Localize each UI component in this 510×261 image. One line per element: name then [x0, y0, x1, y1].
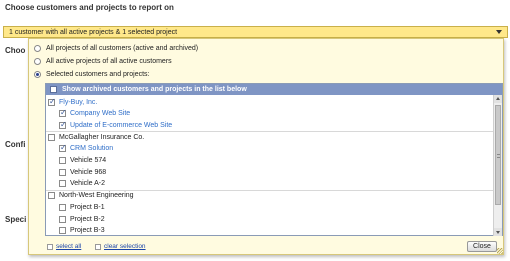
background-section-label: Choo — [5, 46, 26, 55]
background-section-label: Speci — [5, 215, 27, 224]
project-label: Project B-2 — [70, 215, 105, 223]
select-all-link[interactable]: select all — [47, 243, 81, 250]
checkbox-checked[interactable] — [59, 120, 67, 129]
checkbox-checked[interactable] — [59, 108, 67, 118]
scroll-up-arrow-icon[interactable] — [494, 95, 502, 103]
show-archived-toggle[interactable]: Show archived customers and projects in … — [46, 84, 502, 95]
select-all-label[interactable]: select all — [56, 243, 81, 250]
option-active-projects[interactable]: All active projects of all active custom… — [34, 56, 172, 66]
project-row[interactable]: Vehicle A-2 — [59, 179, 105, 189]
checkbox-icon — [47, 243, 53, 250]
project-label: Vehicle 574 — [70, 157, 107, 164]
checkbox-checked[interactable] — [59, 143, 67, 153]
resize-grip-icon[interactable] — [497, 248, 503, 254]
option-label: All projects of all customers (active an… — [46, 44, 199, 52]
project-row[interactable]: Vehicle 968 — [59, 167, 106, 177]
project-label: Project B-3 — [70, 227, 105, 235]
grip-icon — [497, 154, 500, 158]
select-value: 1 customer with all active projects & 1 … — [9, 29, 178, 36]
customer-row[interactable]: Fly-Buy, Inc. — [48, 97, 97, 107]
option-all-projects[interactable]: All projects of all customers (active an… — [34, 43, 198, 53]
radio-button-selected[interactable] — [34, 70, 41, 78]
radio-button[interactable] — [34, 57, 41, 65]
customer-label: Fly-Buy, Inc. — [59, 98, 98, 106]
checkbox[interactable] — [59, 203, 66, 211]
scroll-down-arrow-icon[interactable] — [494, 228, 502, 236]
clear-icon — [95, 243, 101, 250]
checkbox-checked[interactable] — [48, 97, 56, 106]
customer-row[interactable]: McGallagher Insurance Co. — [48, 132, 144, 142]
chevron-down-icon[interactable] — [496, 30, 502, 34]
selection-popup: All projects of all customers (active an… — [28, 38, 504, 255]
customer-label: North-West Engineering — [59, 192, 134, 200]
project-label: Update of E-commerce Web Site — [70, 121, 173, 129]
project-label: Vehicle 968 — [70, 168, 107, 176]
project-label: Vehicle A-2 — [70, 180, 106, 188]
project-row[interactable]: Project B-1 — [59, 202, 105, 212]
show-archived-checkbox[interactable] — [50, 86, 57, 93]
clear-selection-link[interactable]: clear selection — [95, 243, 146, 250]
background-section-label: Confi — [5, 140, 26, 149]
customer-project-list: Show archived customers and projects in … — [45, 83, 503, 236]
close-button[interactable]: Close — [467, 241, 497, 252]
radio-button[interactable] — [34, 44, 41, 52]
checkbox[interactable] — [59, 157, 66, 164]
project-label: Company Web Site — [70, 110, 131, 118]
checkbox[interactable] — [59, 227, 66, 235]
project-row[interactable]: Update of E-commerce Web Site — [59, 120, 172, 130]
checkbox[interactable] — [48, 192, 55, 200]
customer-label: McGallagher Insurance Co. — [59, 133, 145, 141]
project-row[interactable]: CRM Solution — [59, 143, 114, 154]
list-body: Fly-Buy, Inc. Company Web Site Update of E… — [46, 95, 495, 236]
customer-project-select[interactable]: 1 customer with all active projects & 1 … — [3, 26, 508, 38]
customer-row[interactable]: North-West Engineering — [48, 191, 134, 201]
project-label: CRM Solution — [70, 145, 114, 153]
clear-selection-label[interactable]: clear selection — [104, 243, 146, 250]
show-archived-label: Show archived customers and projects in … — [62, 86, 247, 93]
checkbox[interactable] — [59, 215, 66, 223]
checkbox[interactable] — [48, 133, 55, 141]
project-row[interactable]: Project B-2 — [59, 214, 105, 224]
project-row[interactable]: Company Web Site — [59, 108, 131, 119]
report-settings-page: Choose customers and projects to report … — [0, 0, 510, 261]
option-label: Selected customers and projects: — [46, 70, 150, 78]
project-row[interactable]: Vehicle 574 — [59, 156, 106, 166]
project-label: Project B-1 — [70, 203, 105, 211]
checkbox[interactable] — [59, 180, 66, 188]
option-label: All active projects of all active custom… — [46, 57, 172, 65]
checkbox[interactable] — [59, 168, 66, 176]
list-scrollbar[interactable] — [493, 95, 502, 236]
project-row[interactable]: Project B-3 — [59, 226, 105, 236]
option-selected-customers[interactable]: Selected customers and projects: — [34, 69, 150, 79]
page-heading: Choose customers and projects to report … — [5, 3, 174, 12]
scroll-thumb[interactable] — [495, 105, 501, 205]
